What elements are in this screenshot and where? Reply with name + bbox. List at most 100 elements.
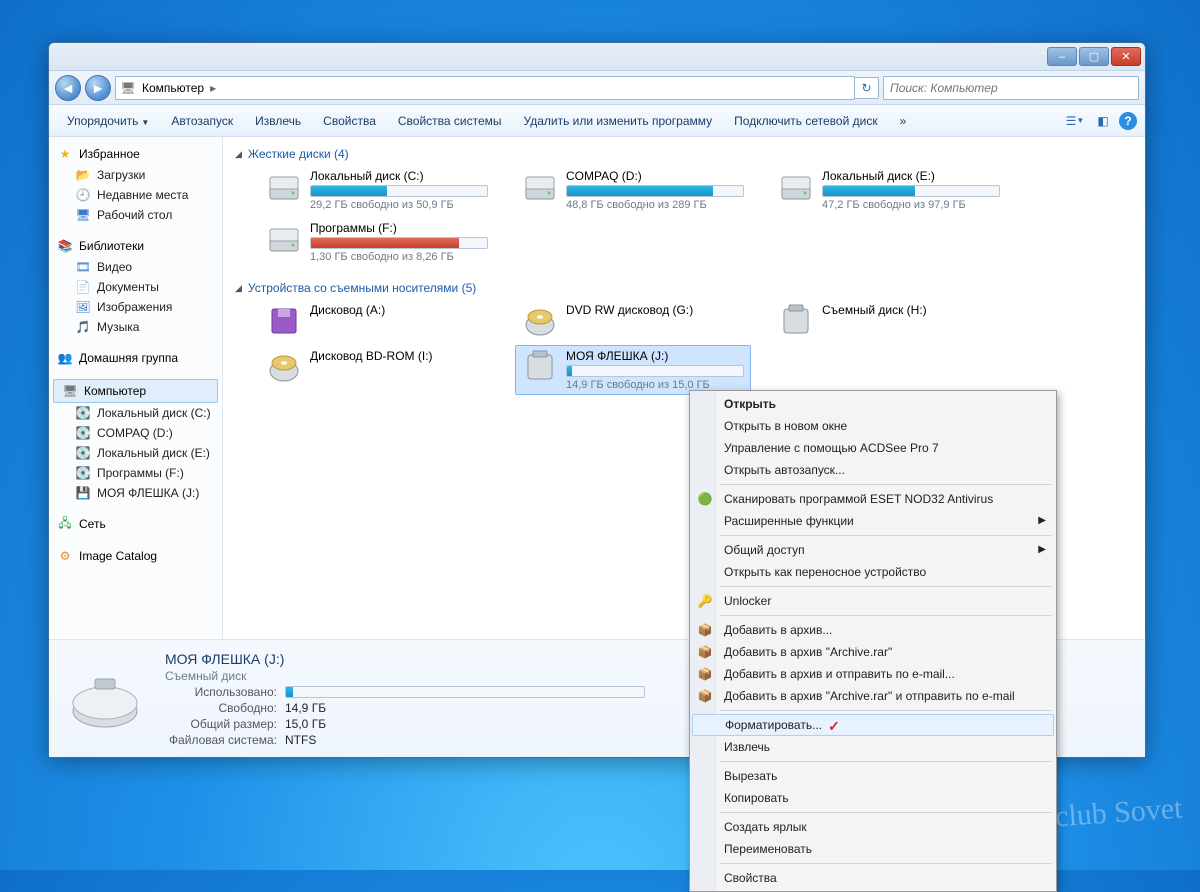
drive-i[interactable]: Дисковод BD-ROM (I:): [259, 345, 495, 395]
context-menu-item[interactable]: Открыть: [692, 393, 1054, 415]
toolbar-overflow[interactable]: »: [890, 110, 917, 132]
search-box[interactable]: [883, 76, 1139, 100]
drive-c[interactable]: Локальный диск (C:) 29,2 ГБ свободно из …: [259, 165, 495, 215]
context-menu-item[interactable]: Открыть автозапуск...: [692, 459, 1054, 481]
favorites-header[interactable]: ★Избранное: [49, 143, 222, 165]
drive-h[interactable]: Съемный диск (H:): [771, 299, 1007, 343]
context-menu-item[interactable]: Форматировать...✓: [692, 714, 1054, 736]
image-catalog-header[interactable]: ⚙Image Catalog: [49, 545, 222, 567]
capacity-bar: [310, 185, 488, 197]
network-icon: 🖧: [57, 516, 73, 532]
fs-value: NTFS: [285, 733, 316, 747]
system-properties-button[interactable]: Свойства системы: [388, 110, 512, 132]
context-menu-item[interactable]: 📦Добавить в архив "Archive.rar" и отправ…: [692, 685, 1054, 707]
maximize-button[interactable]: ▢: [1079, 47, 1109, 66]
homegroup-header[interactable]: 👥Домашняя группа: [49, 347, 222, 369]
drive-label: Локальный диск (E:): [822, 169, 1000, 183]
context-menu-item[interactable]: 🟢Сканировать программой ESET NOD32 Antiv…: [692, 488, 1054, 510]
search-input[interactable]: [890, 81, 1132, 95]
chevron-right-icon[interactable]: ▸: [210, 81, 216, 95]
address-bar-row: ◄ ► 🖥 Компьютер ▸ ↻: [49, 71, 1145, 105]
properties-button[interactable]: Свойства: [313, 110, 386, 132]
map-network-drive-button[interactable]: Подключить сетевой диск: [724, 110, 887, 132]
drive-e[interactable]: Локальный диск (E:) 47,2 ГБ свободно из …: [771, 165, 1007, 215]
drive-label: COMPAQ (D:): [566, 169, 744, 183]
submenu-arrow-icon: ▶: [1038, 544, 1046, 555]
context-menu-item[interactable]: Управление с помощью ACDSee Pro 7: [692, 437, 1054, 459]
hdd-section-header[interactable]: ◢ Жесткие диски (4): [233, 141, 1135, 165]
context-menu-item[interactable]: 📦Добавить в архив...: [692, 619, 1054, 641]
context-menu-item[interactable]: Копировать: [692, 787, 1054, 809]
uninstall-program-button[interactable]: Удалить или изменить программу: [514, 110, 723, 132]
folder-icon: 📂: [75, 167, 91, 183]
context-menu-separator: [720, 615, 1052, 616]
sidebar-drive-j[interactable]: 💾МОЯ ФЛЕШКА (J:): [49, 483, 222, 503]
breadcrumb-root[interactable]: Компьютер: [142, 81, 204, 95]
removable-icon: [778, 303, 814, 339]
context-menu-item[interactable]: 🔑Unlocker: [692, 590, 1054, 612]
context-menu-separator: [720, 710, 1052, 711]
context-menu-item-label: Добавить в архив...: [724, 623, 832, 637]
collapse-icon: ◢: [235, 283, 242, 294]
titlebar: – ▢ ✕: [49, 43, 1145, 71]
context-menu-item-label: Добавить в архив "Archive.rar": [724, 645, 892, 659]
context-menu-item[interactable]: Создать ярлык: [692, 816, 1054, 838]
context-menu-item[interactable]: Открыть как переносное устройство: [692, 561, 1054, 583]
collapse-icon: ◢: [235, 149, 242, 160]
sidebar-item-music[interactable]: 🎵Музыка: [49, 317, 222, 337]
capacity-bar: [310, 237, 488, 249]
drive-icon: 💽: [75, 465, 91, 481]
sidebar-item-documents[interactable]: 📄Документы: [49, 277, 222, 297]
context-menu-item[interactable]: Свойства: [692, 867, 1054, 889]
sidebar-item-desktop[interactable]: 🖥Рабочий стол: [49, 205, 222, 225]
sidebar-drive-e[interactable]: 💽Локальный диск (E:): [49, 443, 222, 463]
sidebar-drive-f[interactable]: 💽Программы (F:): [49, 463, 222, 483]
refresh-button[interactable]: ↻: [855, 77, 879, 99]
sidebar-item-pictures[interactable]: 🖼Изображения: [49, 297, 222, 317]
drive-j[interactable]: МОЯ ФЛЕШКА (J:) 14,9 ГБ свободно из 15,0…: [515, 345, 751, 395]
close-button[interactable]: ✕: [1111, 47, 1141, 66]
help-icon[interactable]: ?: [1119, 112, 1137, 130]
preview-pane-icon[interactable]: ◧: [1091, 110, 1115, 132]
view-options-icon[interactable]: ☰▼: [1063, 110, 1087, 132]
removable-section-header[interactable]: ◢ Устройства со съемными носителями (5): [233, 275, 1135, 299]
context-menu-item[interactable]: Расширенные функции▶: [692, 510, 1054, 532]
back-button[interactable]: ◄: [55, 75, 81, 101]
bdrom-icon: [266, 349, 302, 385]
context-menu-item[interactable]: Переименовать: [692, 838, 1054, 860]
organize-menu[interactable]: Упорядочить▼: [57, 110, 159, 132]
context-menu-item[interactable]: Открыть в новом окне: [692, 415, 1054, 437]
drive-freespace: 48,8 ГБ свободно из 289 ГБ: [566, 199, 744, 211]
sidebar-drive-c[interactable]: 💽Локальный диск (C:): [49, 403, 222, 423]
sidebar-item-recent[interactable]: 🕘Недавние места: [49, 185, 222, 205]
context-menu-item[interactable]: Общий доступ ▶: [692, 539, 1054, 561]
drive-d[interactable]: COMPAQ (D:) 48,8 ГБ свободно из 289 ГБ: [515, 165, 751, 215]
drive-a[interactable]: Дисковод (A:): [259, 299, 495, 343]
autorun-button[interactable]: Автозапуск: [161, 110, 243, 132]
sidebar-item-downloads[interactable]: 📂Загрузки: [49, 165, 222, 185]
libraries-header[interactable]: 📚Библиотеки: [49, 235, 222, 257]
context-menu-item-icon: 🔑: [697, 593, 713, 609]
context-menu-item[interactable]: Вырезать: [692, 765, 1054, 787]
address-box[interactable]: 🖥 Компьютер ▸: [115, 76, 855, 100]
drive-g[interactable]: DVD RW дисковод (G:): [515, 299, 751, 343]
eject-button[interactable]: Извлечь: [245, 110, 311, 132]
command-toolbar: Упорядочить▼ Автозапуск Извлечь Свойства…: [49, 105, 1145, 137]
computer-header[interactable]: 🖥Компьютер: [53, 379, 218, 403]
network-header[interactable]: 🖧Сеть: [49, 513, 222, 535]
capacity-bar: [566, 185, 744, 197]
drive-f[interactable]: Программы (F:) 1,30 ГБ свободно из 8,26 …: [259, 217, 495, 267]
context-menu-item[interactable]: 📦Добавить в архив "Archive.rar": [692, 641, 1054, 663]
context-menu-item-label: Общий доступ: [724, 543, 805, 557]
context-menu-item[interactable]: Извлечь: [692, 736, 1054, 758]
sidebar-item-videos[interactable]: 🎞Видео: [49, 257, 222, 277]
drive-icon: 💽: [75, 425, 91, 441]
drive-freespace: 1,30 ГБ свободно из 8,26 ГБ: [310, 251, 488, 263]
minimize-button[interactable]: –: [1047, 47, 1077, 66]
context-menu-item[interactable]: 📦Добавить в архив и отправить по e-mail.…: [692, 663, 1054, 685]
context-menu-item-label: Сканировать программой ESET NOD32 Antivi…: [724, 492, 993, 506]
forward-button[interactable]: ►: [85, 75, 111, 101]
context-menu: ОткрытьОткрыть в новом окнеУправление с …: [689, 390, 1057, 892]
context-menu-separator: [720, 863, 1052, 864]
sidebar-drive-d[interactable]: 💽COMPAQ (D:): [49, 423, 222, 443]
